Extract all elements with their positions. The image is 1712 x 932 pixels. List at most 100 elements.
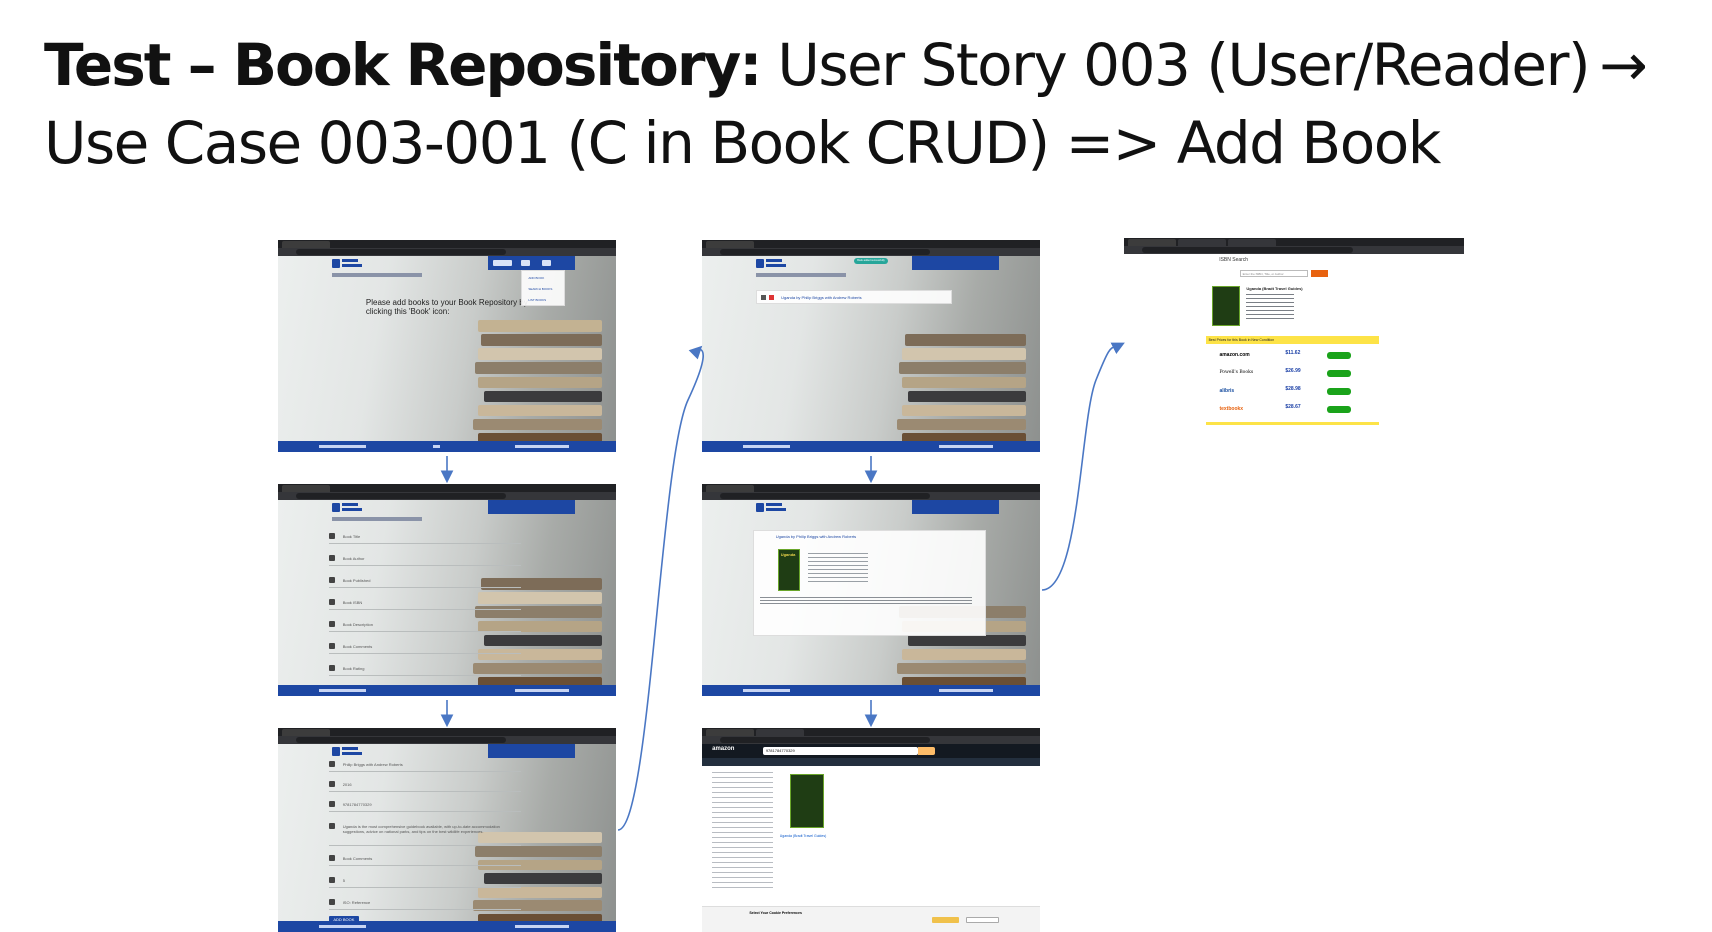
- url-field[interactable]: [720, 493, 930, 499]
- browser-tab[interactable]: [706, 241, 754, 248]
- app-footer: [278, 921, 616, 932]
- amazon-search-input[interactable]: 9781784770329: [762, 747, 919, 755]
- offer-row: Powell's Books $26.99: [1206, 366, 1379, 382]
- slide-title: Test – Book Repository: User Story 003 (…: [44, 26, 1704, 182]
- title-rest: User Story 003 (User/Reader): [760, 31, 1590, 99]
- url-field[interactable]: [296, 493, 506, 499]
- offer-row: textbookx $28.67: [1206, 402, 1379, 418]
- calendar-icon: [328, 781, 335, 787]
- success-toast: Book added successfully: [854, 258, 888, 264]
- browser-tab[interactable]: [1178, 239, 1226, 246]
- arrow-3-to-4: [617, 345, 704, 831]
- menu-search-books[interactable]: SEARCH BOOKS: [528, 287, 552, 291]
- url-field[interactable]: [720, 737, 930, 743]
- url-field[interactable]: [296, 249, 506, 255]
- right-arrow-icon: →: [1599, 31, 1648, 99]
- field-label: Book Comments: [342, 644, 373, 649]
- cover-title: Uganda: [780, 552, 796, 557]
- app-footer: [278, 685, 616, 696]
- field-book-isbn[interactable]: Book ISBN: [328, 596, 522, 610]
- calendar-icon: [328, 577, 335, 583]
- add-books-prompt: Please add books to your Book Repository…: [366, 298, 528, 316]
- search-icon[interactable]: [918, 747, 936, 755]
- field-book-isbn[interactable]: 9781784770329: [328, 798, 522, 812]
- browser-tab[interactable]: [1128, 239, 1176, 246]
- browser-tab[interactable]: [706, 485, 754, 492]
- title-icon: [328, 533, 335, 539]
- field-book-author[interactable]: Philip Briggs with Andrew Roberts: [328, 758, 522, 772]
- amazon-nav: [702, 758, 1040, 766]
- field-book-description[interactable]: Book Description: [328, 618, 522, 632]
- field-label: Book Description: [342, 622, 373, 627]
- nav-members-page[interactable]: [492, 260, 513, 266]
- book-repository-logo: [332, 502, 363, 513]
- app-footer: [702, 441, 1040, 452]
- app-footer: [278, 441, 616, 452]
- result-cover-image: [1212, 286, 1240, 326]
- field-genre[interactable]: ISO: Reference: [328, 896, 522, 910]
- field-book-comments[interactable]: Book Comments: [328, 640, 522, 654]
- app-navbar: [278, 256, 616, 270]
- store-logo: Powell's Books: [1219, 370, 1254, 375]
- screenshot-book-detail: Uganda by Philip Briggs with Andrew Robe…: [702, 484, 1040, 696]
- screenshot-amazon: amazon 9781784770329 Uganda (Bradt Trave…: [702, 728, 1040, 932]
- isbn-search-input[interactable]: Enter the ISBN, Title, or Author: [1239, 270, 1308, 277]
- url-field[interactable]: [296, 737, 506, 743]
- field-book-rating[interactable]: Book Rating: [328, 662, 522, 676]
- accept-cookies-button[interactable]: [931, 917, 959, 923]
- product-cover-image[interactable]: [789, 774, 824, 828]
- result-title[interactable]: Uganda (Bradt Travel Guides): [1246, 286, 1302, 291]
- offer-price: $26.99: [1285, 368, 1301, 374]
- field-book-title[interactable]: Book Title: [328, 530, 522, 544]
- field-value: Uganda is the most comprehensive guidebo…: [342, 824, 500, 834]
- browser-tab[interactable]: [1228, 239, 1276, 246]
- browser-tab[interactable]: [282, 241, 330, 248]
- field-book-published[interactable]: Book Published: [328, 574, 522, 588]
- buy-button[interactable]: [1326, 370, 1352, 377]
- browser-tab[interactable]: [706, 729, 754, 736]
- field-label: Book ISBN: [342, 600, 363, 605]
- genre-icon: [328, 899, 335, 905]
- offer-row: alibris $28.98: [1206, 384, 1379, 400]
- browser-address-bar: [278, 248, 616, 256]
- edit-icon[interactable]: [761, 295, 767, 300]
- customise-cookies-button[interactable]: [965, 917, 1000, 923]
- field-label: Book Rating: [342, 666, 365, 671]
- field-label: Book Author: [342, 556, 365, 561]
- amazon-logo[interactable]: amazon: [712, 746, 734, 752]
- field-book-author[interactable]: Book Author: [328, 552, 522, 566]
- browser-tab[interactable]: [756, 729, 804, 736]
- delete-icon[interactable]: [769, 295, 775, 300]
- url-field[interactable]: [720, 249, 930, 255]
- cookie-banner-title: Select Your Cookie Preferences: [749, 911, 802, 915]
- product-title[interactable]: Uganda (Bradt Travel Guides): [780, 834, 827, 838]
- isbn-search-heading: ISBN Search: [1219, 257, 1249, 263]
- field-value: 2016: [342, 782, 352, 787]
- menu-list-books[interactable]: LIST BOOKS: [528, 298, 546, 302]
- menu-add-book[interactable]: ADD BOOK: [528, 276, 544, 280]
- barcode-icon: [328, 801, 335, 807]
- url-field[interactable]: [1142, 247, 1353, 253]
- book-list-item[interactable]: Uganda by Philip Briggs with Andrew Robe…: [756, 290, 953, 304]
- book-cover-image: Uganda: [777, 549, 800, 591]
- book-link[interactable]: Uganda by Philip Briggs with Andrew Robe…: [776, 534, 857, 539]
- search-button[interactable]: [1311, 270, 1328, 277]
- field-book-rating[interactable]: 5: [328, 874, 522, 888]
- nav-books[interactable]: [520, 260, 530, 266]
- buy-button[interactable]: [1326, 406, 1352, 413]
- buy-button[interactable]: [1326, 388, 1352, 395]
- title-line-1: Test – Book Repository: User Story 003 (…: [44, 26, 1704, 104]
- browser-tab[interactable]: [282, 729, 330, 736]
- field-book-comments[interactable]: Book Comments: [328, 852, 522, 866]
- nav-sign-out[interactable]: [542, 260, 551, 266]
- book-link[interactable]: Uganda by Philip Briggs with Andrew Robe…: [781, 295, 862, 300]
- rating-icon: [328, 665, 335, 671]
- best-prices-bottom-border: [1205, 422, 1379, 425]
- field-book-description[interactable]: Uganda is the most comprehensive guidebo…: [328, 820, 522, 846]
- browser-tab[interactable]: [282, 485, 330, 492]
- buy-button[interactable]: [1326, 352, 1352, 359]
- app-footer: [702, 685, 1040, 696]
- result-details: [1246, 294, 1294, 320]
- comment-icon: [328, 643, 335, 649]
- field-book-published[interactable]: 2016: [328, 778, 522, 792]
